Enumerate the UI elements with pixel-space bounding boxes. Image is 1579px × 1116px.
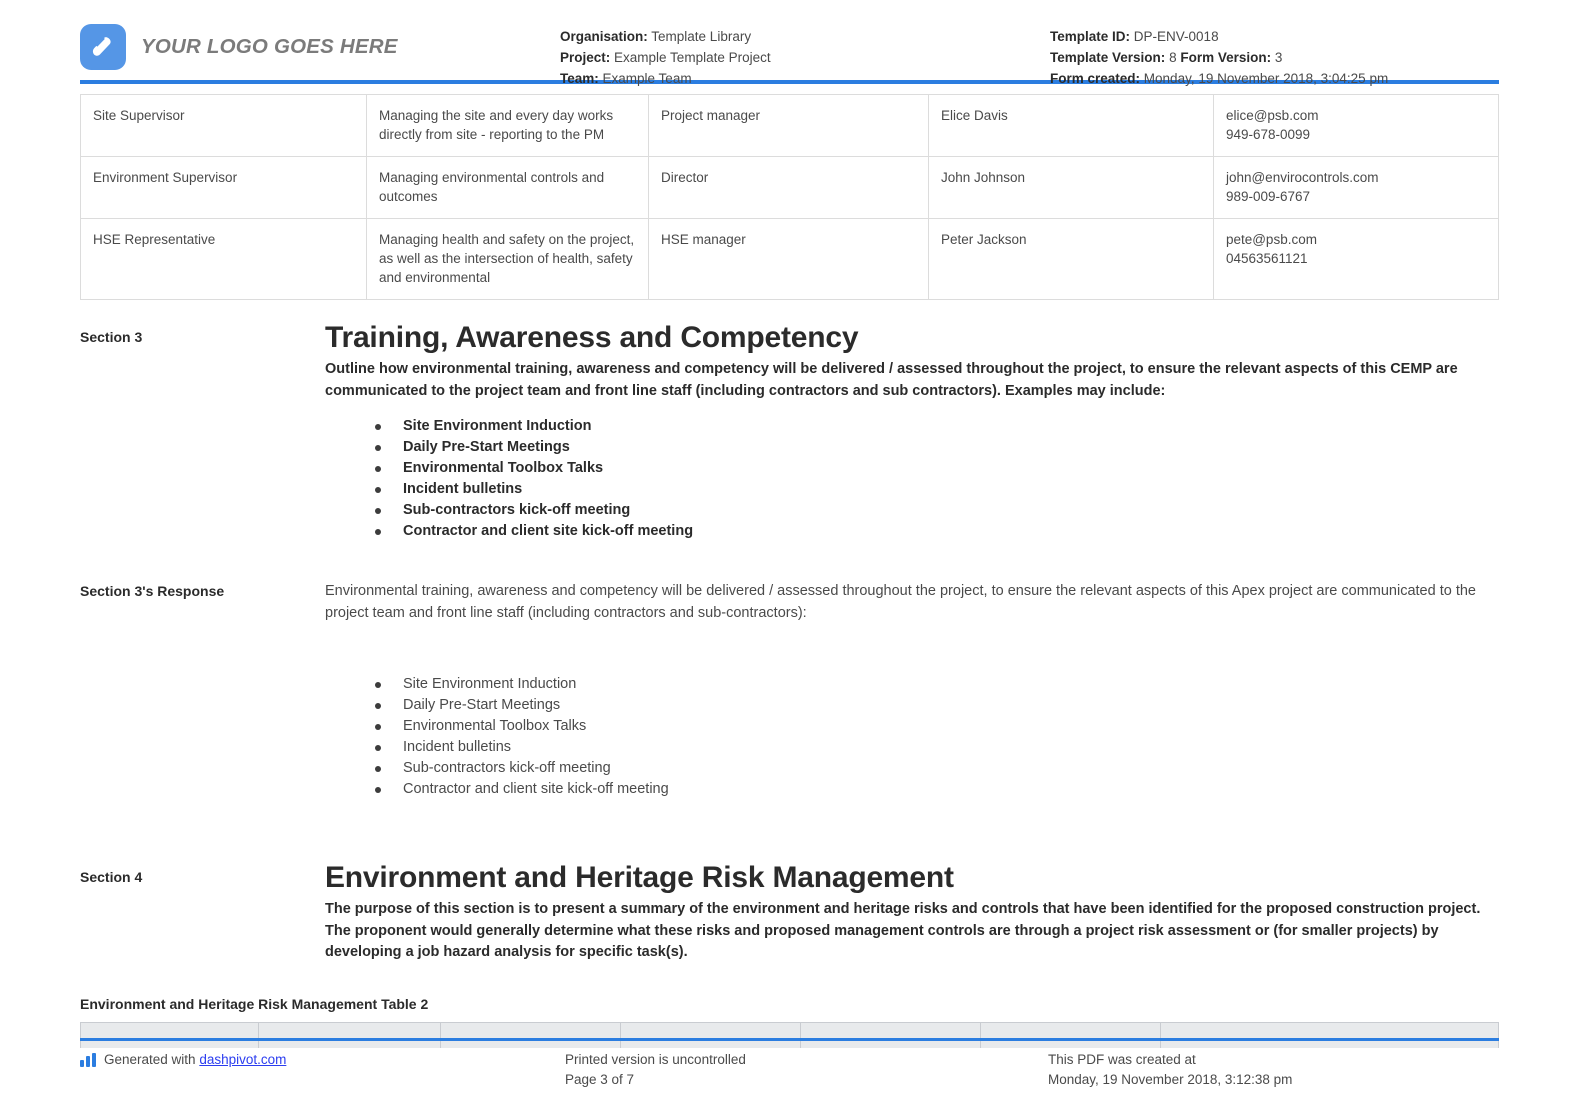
footer-print-block: Printed version is uncontrolled Page 3 o… bbox=[565, 1050, 1048, 1090]
contact-cell: pete@psb.com 04563561121 bbox=[1213, 219, 1499, 300]
list-item: Site Environment Induction bbox=[375, 416, 1499, 437]
list-item: Contractor and client site kick-off meet… bbox=[375, 779, 1499, 800]
table-2-caption: Environment and Heritage Risk Management… bbox=[80, 996, 1499, 1012]
section-3-title: Training, Awareness and Competency bbox=[325, 320, 1499, 356]
version-line: Template Version: 8 Form Version: 3 bbox=[1050, 47, 1499, 68]
form-version-value: 3 bbox=[1275, 50, 1283, 65]
table-row: HSE Representative Managing health and s… bbox=[80, 219, 1499, 300]
list-item: Daily Pre-Start Meetings bbox=[375, 437, 1499, 458]
section-3-response-body: Environmental training, awareness and co… bbox=[325, 574, 1499, 800]
document-header: YOUR LOGO GOES HERE Organisation: Templa… bbox=[80, 0, 1499, 76]
section-4-body: Environment and Heritage Risk Management… bbox=[325, 860, 1499, 964]
role-cell: Site Supervisor bbox=[80, 94, 366, 157]
footer-generated-block: Generated with dashpivot.com bbox=[80, 1050, 565, 1090]
section-3-response-label: Section 3's Response bbox=[80, 574, 325, 800]
email-value: elice@psb.com bbox=[1226, 106, 1485, 125]
header-meta-right: Template ID: DP-ENV-0018 Template Versio… bbox=[1050, 18, 1499, 89]
dashpivot-link[interactable]: dashpivot.com bbox=[199, 1052, 286, 1067]
list-item: Sub-contractors kick-off meeting bbox=[375, 500, 1499, 521]
project-value: Example Template Project bbox=[614, 50, 771, 65]
phone-value: 04563561121 bbox=[1226, 249, 1485, 268]
name-cell: Elice Davis bbox=[928, 94, 1213, 157]
template-version-value: 8 bbox=[1169, 50, 1177, 65]
phone-value: 949-678-0099 bbox=[1226, 125, 1485, 144]
list-item: Site Environment Induction bbox=[375, 674, 1499, 695]
list-item: Environmental Toolbox Talks bbox=[375, 458, 1499, 479]
team-value: Example Team bbox=[603, 71, 692, 86]
logo-text: YOUR LOGO GOES HERE bbox=[141, 35, 398, 59]
role-cell: Environment Supervisor bbox=[80, 157, 366, 219]
role-cell: HSE Representative bbox=[80, 219, 366, 300]
bar-chart-icon bbox=[80, 1053, 96, 1067]
name-cell: Peter Jackson bbox=[928, 219, 1213, 300]
roles-responsibilities-table: Site Supervisor Managing the site and ev… bbox=[80, 94, 1499, 300]
team-line: Team: Example Team bbox=[560, 68, 1050, 89]
contact-cell: elice@psb.com 949-678-0099 bbox=[1213, 94, 1499, 157]
responsibility-cell: Managing the site and every day works di… bbox=[366, 94, 648, 157]
section-3-bullet-list: Site Environment Induction Daily Pre-Sta… bbox=[325, 416, 1499, 542]
phone-value: 989-009-6767 bbox=[1226, 187, 1485, 206]
organisation-label: Organisation: bbox=[560, 29, 648, 44]
name-cell: John Johnson bbox=[928, 157, 1213, 219]
list-item: Incident bulletins bbox=[375, 479, 1499, 500]
section-3-body: Training, Awareness and Competency Outli… bbox=[325, 320, 1499, 542]
list-item: Incident bulletins bbox=[375, 737, 1499, 758]
table-row: Environment Supervisor Managing environm… bbox=[80, 157, 1499, 219]
list-item: Sub-contractors kick-off meeting bbox=[375, 758, 1499, 779]
section-3-label: Section 3 bbox=[80, 320, 325, 542]
logo-block: YOUR LOGO GOES HERE bbox=[80, 18, 560, 70]
form-created-label: Form created: bbox=[1050, 71, 1140, 86]
organisation-value: Template Library bbox=[651, 29, 751, 44]
section-4-intro: The purpose of this section is to presen… bbox=[325, 899, 1499, 964]
section-3-response: Section 3's Response Environmental train… bbox=[80, 574, 1499, 800]
footer-pdf-block: This PDF was created at Monday, 19 Novem… bbox=[1048, 1050, 1499, 1090]
pdf-created-label: This PDF was created at bbox=[1048, 1050, 1499, 1070]
page-number: Page 3 of 7 bbox=[565, 1070, 1048, 1090]
header-meta-left: Organisation: Template Library Project: … bbox=[560, 18, 1050, 89]
form-created-line: Form created: Monday, 19 November 2018, … bbox=[1050, 68, 1499, 89]
email-value: john@envirocontrols.com bbox=[1226, 168, 1485, 187]
form-created-value: Monday, 19 November 2018, 3:04:25 pm bbox=[1144, 71, 1388, 86]
section-4-title: Environment and Heritage Risk Management bbox=[325, 860, 1499, 896]
list-item: Daily Pre-Start Meetings bbox=[375, 695, 1499, 716]
organisation-line: Organisation: Template Library bbox=[560, 26, 1050, 47]
document-footer: Generated with dashpivot.com Printed ver… bbox=[80, 1038, 1499, 1090]
printed-version-notice: Printed version is uncontrolled bbox=[565, 1050, 1048, 1070]
form-version-label: Form Version: bbox=[1180, 50, 1271, 65]
section-3: Section 3 Training, Awareness and Compet… bbox=[80, 320, 1499, 542]
generated-with-label: Generated with bbox=[104, 1052, 199, 1067]
table-row: Site Supervisor Managing the site and ev… bbox=[80, 94, 1499, 157]
responsibility-cell: Managing health and safety on the projec… bbox=[366, 219, 648, 300]
template-id-line: Template ID: DP-ENV-0018 bbox=[1050, 26, 1499, 47]
section-3-response-bullet-list: Site Environment Induction Daily Pre-Sta… bbox=[325, 674, 1499, 800]
project-line: Project: Example Template Project bbox=[560, 47, 1050, 68]
project-label: Project: bbox=[560, 50, 610, 65]
company-logo-icon bbox=[80, 24, 126, 70]
template-id-label: Template ID: bbox=[1050, 29, 1130, 44]
template-id-value: DP-ENV-0018 bbox=[1134, 29, 1219, 44]
pdf-created-value: Monday, 19 November 2018, 3:12:38 pm bbox=[1048, 1070, 1499, 1090]
position-cell: HSE manager bbox=[648, 219, 928, 300]
email-value: pete@psb.com bbox=[1226, 230, 1485, 249]
document-page: YOUR LOGO GOES HERE Organisation: Templa… bbox=[0, 0, 1579, 1116]
list-item: Contractor and client site kick-off meet… bbox=[375, 521, 1499, 542]
contact-cell: john@envirocontrols.com 989-009-6767 bbox=[1213, 157, 1499, 219]
team-label: Team: bbox=[560, 71, 599, 86]
responsibility-cell: Managing environmental controls and outc… bbox=[366, 157, 648, 219]
list-item: Environmental Toolbox Talks bbox=[375, 716, 1499, 737]
section-3-intro: Outline how environmental training, awar… bbox=[325, 359, 1499, 402]
position-cell: Director bbox=[648, 157, 928, 219]
template-version-label: Template Version: bbox=[1050, 50, 1165, 65]
section-4: Section 4 Environment and Heritage Risk … bbox=[80, 860, 1499, 964]
section-4-label: Section 4 bbox=[80, 860, 325, 964]
position-cell: Project manager bbox=[648, 94, 928, 157]
section-3-response-text: Environmental training, awareness and co… bbox=[325, 574, 1499, 624]
